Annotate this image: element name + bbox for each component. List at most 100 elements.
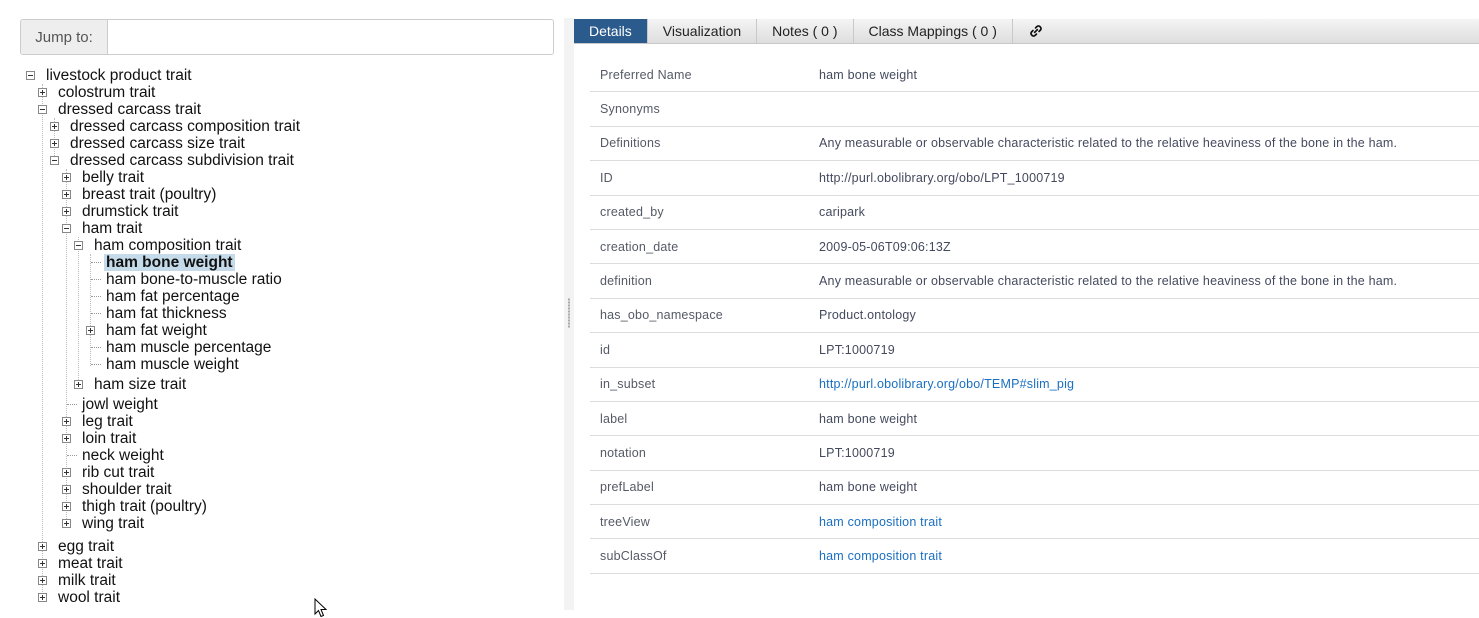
collapse-icon[interactable]: [26, 71, 35, 80]
tree-node[interactable]: ham fat percentage: [106, 288, 240, 305]
collapse-icon[interactable]: [50, 156, 59, 165]
tab-visualization[interactable]: Visualization: [648, 19, 758, 43]
tree-node[interactable]: leg trait: [82, 413, 133, 430]
tree-node[interactable]: rib cut trait: [82, 464, 154, 481]
tree-node[interactable]: ham size trait: [94, 376, 186, 393]
expand-icon[interactable]: [62, 207, 71, 216]
expand-icon[interactable]: [62, 485, 71, 494]
tree-node[interactable]: livestock product trait: [46, 67, 192, 84]
expand-icon[interactable]: [38, 593, 47, 602]
expand-icon[interactable]: [50, 139, 59, 148]
details-row: label ham bone weight: [590, 402, 1479, 437]
tree-node[interactable]: dressed carcass subdivision trait: [70, 152, 294, 169]
expand-icon[interactable]: [74, 380, 83, 389]
tree-guide-line: [78, 237, 79, 386]
expand-icon[interactable]: [62, 190, 71, 199]
tree-node[interactable]: ham bone-to-muscle ratio: [106, 271, 282, 288]
details-row: in_subset http://purl.obolibrary.org/obo…: [590, 368, 1479, 402]
tree-node[interactable]: shoulder trait: [82, 481, 172, 498]
tree-leaf-connector: [67, 455, 77, 456]
details-value-link[interactable]: ham composition trait: [819, 549, 1479, 563]
tree-node[interactable]: ham composition trait: [94, 237, 241, 254]
tab-notes[interactable]: Notes ( 0 ): [757, 19, 854, 43]
tree-node[interactable]: drumstick trait: [82, 203, 178, 220]
collapse-icon[interactable]: [74, 241, 83, 250]
details-row: Preferred Name ham bone weight: [590, 58, 1479, 93]
details-row: definition Any measurable or observable …: [590, 264, 1479, 299]
details-row: Definitions Any measurable or observable…: [590, 127, 1479, 162]
tree-leaf-connector: [91, 364, 101, 365]
tree-leaf-connector: [91, 262, 101, 263]
tree-node[interactable]: ham trait: [82, 220, 142, 237]
tree-leaf-connector: [91, 279, 101, 280]
tree-guide-line: [42, 84, 43, 600]
tree-node[interactable]: neck weight: [82, 447, 164, 464]
details-key: subClassOf: [600, 549, 667, 564]
class-tree: livestock product trait colostrum trait …: [0, 0, 560, 618]
collapse-icon[interactable]: [62, 224, 71, 233]
tree-node[interactable]: wing trait: [82, 515, 144, 532]
tree-guide-line: [90, 254, 91, 366]
expand-icon[interactable]: [62, 434, 71, 443]
expand-icon[interactable]: [38, 559, 47, 568]
tree-node[interactable]: breast trait (poultry): [82, 186, 216, 203]
tree-node[interactable]: belly trait: [82, 169, 144, 186]
tree-node-selected[interactable]: ham bone weight: [104, 254, 235, 271]
details-key: Definitions: [600, 136, 661, 151]
details-value: LPT:1000719: [819, 445, 895, 460]
tree-node[interactable]: wool trait: [58, 589, 120, 606]
tree-node[interactable]: meat trait: [58, 555, 123, 572]
expand-icon[interactable]: [38, 88, 47, 97]
details-key: ID: [600, 170, 613, 185]
tree-leaf-connector: [91, 347, 101, 348]
details-value: LPT:1000719: [819, 342, 895, 357]
expand-icon[interactable]: [62, 173, 71, 182]
details-value: caripark: [819, 205, 866, 220]
details-value: http://purl.obolibrary.org/obo/LPT_10007…: [819, 170, 1065, 185]
details-value: ham bone weight: [819, 411, 918, 426]
expand-icon[interactable]: [38, 576, 47, 585]
panel-splitter[interactable]: [564, 18, 574, 610]
details-value: ham bone weight: [819, 67, 918, 82]
expand-icon[interactable]: [62, 519, 71, 528]
splitter-grip-icon[interactable]: [568, 298, 570, 328]
expand-icon[interactable]: [38, 542, 47, 551]
tree-node[interactable]: ham muscle weight: [106, 356, 239, 373]
tree-node[interactable]: ham muscle percentage: [106, 339, 271, 356]
details-row: notation LPT:1000719: [590, 436, 1479, 471]
tab-bar: Details Visualization Notes ( 0 ) Class …: [574, 19, 1479, 44]
tree-node[interactable]: colostrum trait: [58, 84, 155, 101]
tree-node[interactable]: loin trait: [82, 430, 136, 447]
tree-node[interactable]: ham fat weight: [106, 322, 207, 339]
tree-node[interactable]: ham fat thickness: [106, 305, 227, 322]
details-row: Synonyms: [590, 92, 1479, 127]
expand-icon[interactable]: [86, 326, 95, 335]
tab-permalink[interactable]: [1013, 19, 1059, 43]
details-value-link[interactable]: http://purl.obolibrary.org/obo/TEMP#slim…: [819, 377, 1479, 391]
expand-icon[interactable]: [62, 468, 71, 477]
collapse-icon[interactable]: [38, 105, 47, 114]
details-key: created_by: [600, 205, 664, 220]
tree-node[interactable]: milk trait: [58, 572, 116, 589]
expand-icon[interactable]: [50, 122, 59, 131]
details-value: Any measurable or observable characteris…: [819, 274, 1398, 289]
tree-node[interactable]: jowl weight: [82, 396, 158, 413]
tree-node[interactable]: dressed carcass size trait: [70, 135, 245, 152]
left-panel: Jump to: livestock product trait colostr…: [0, 0, 565, 618]
tree-node[interactable]: egg trait: [58, 538, 114, 555]
tab-details[interactable]: Details: [574, 19, 648, 43]
expand-icon[interactable]: [62, 417, 71, 426]
mouse-cursor-icon: [314, 598, 328, 618]
tree-node[interactable]: dressed carcass trait: [58, 101, 201, 118]
tab-class-mappings[interactable]: Class Mappings ( 0 ): [854, 19, 1013, 43]
details-value-link[interactable]: ham composition trait: [819, 515, 1479, 529]
tree-node[interactable]: thigh trait (poultry): [82, 498, 207, 515]
details-key: id: [600, 342, 611, 357]
details-value: 2009-05-06T09:06:13Z: [819, 239, 951, 254]
tree-node[interactable]: dressed carcass composition trait: [70, 118, 300, 135]
tree-leaf-connector: [91, 313, 101, 314]
details-key: notation: [600, 445, 647, 460]
details-key: label: [600, 411, 628, 426]
right-panel: Details Visualization Notes ( 0 ) Class …: [574, 0, 1479, 618]
expand-icon[interactable]: [62, 502, 71, 511]
